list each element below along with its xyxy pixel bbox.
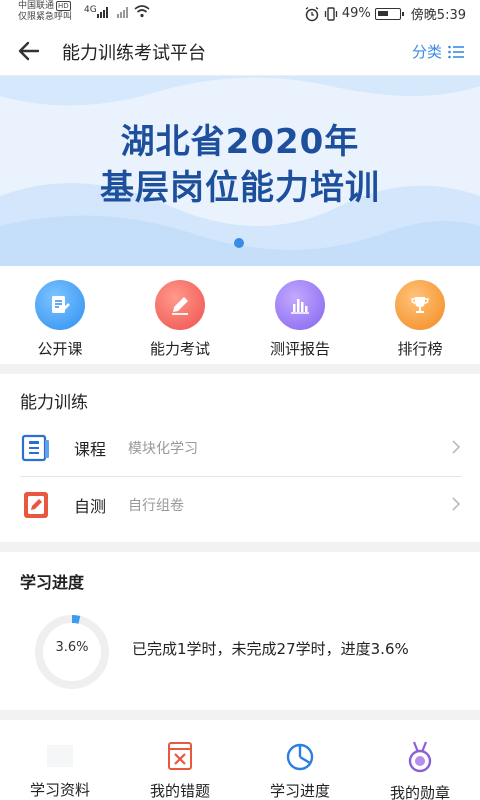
list-item-desc: 自行组卷: [128, 498, 184, 514]
trophy-icon: [395, 280, 445, 330]
section-separator: [0, 710, 480, 720]
pen-icon: [155, 280, 205, 330]
quick-item-leaderboard[interactable]: 排行榜: [360, 266, 480, 364]
bottom-menu: 学习资料 我的错题 学习进度 我的勋章: [0, 720, 480, 800]
medal-icon: [404, 740, 436, 774]
signal-icon: [97, 6, 108, 18]
alarm-icon: [305, 6, 319, 21]
progress-percent: 3.6%: [55, 640, 89, 655]
ability-section-title: 能力训练: [20, 393, 88, 413]
course-book-icon: [21, 434, 49, 462]
bottom-item-label: 学习资料: [29, 781, 90, 799]
quick-item-evaluation-report[interactable]: 测评报告: [240, 266, 360, 364]
document-edit-icon: [35, 280, 85, 330]
list-item-self-test[interactable]: 自测 自行组卷: [0, 477, 480, 533]
emergency-only-text: 仅限紧急呼叫: [18, 12, 73, 22]
banner-title-line2: 基层岗位能力培训: [100, 168, 380, 208]
carrier-name: 中国联通: [18, 1, 55, 11]
pie-progress-icon: [284, 740, 316, 772]
section-separator: [0, 542, 480, 552]
category-label: 分类: [411, 43, 442, 61]
list-item-name: 课程: [74, 440, 107, 459]
quick-item-open-course[interactable]: 公开课: [0, 266, 120, 364]
chevron-right-icon: [452, 440, 461, 454]
carousel-indicator[interactable]: [234, 238, 244, 248]
vibrate-icon: [324, 6, 338, 21]
wifi-icon: [134, 5, 150, 18]
back-arrow-icon[interactable]: [16, 38, 42, 64]
bottom-item-my-medals[interactable]: 我的勋章: [360, 720, 480, 800]
chevron-right-icon: [452, 497, 461, 511]
bottom-item-study-progress[interactable]: 学习进度: [240, 720, 360, 800]
list-item-name: 自测: [74, 497, 107, 516]
bottom-item-label: 学习进度: [269, 782, 330, 800]
list-menu-icon: [448, 45, 464, 58]
hd-badge: HD: [56, 1, 71, 11]
quick-item-label: 排行榜: [397, 340, 443, 358]
quick-item-ability-exam[interactable]: 能力考试: [120, 266, 240, 364]
banner-title-line1: 湖北省2020年: [120, 122, 360, 162]
quick-item-label: 公开课: [37, 340, 83, 358]
bottom-item-wrong-questions[interactable]: 我的错题: [120, 720, 240, 800]
bottom-item-label: 我的错题: [149, 782, 210, 800]
battery-icon: [374, 7, 404, 20]
clock: 傍晚5:39: [410, 8, 466, 23]
wrong-questions-icon: [164, 740, 196, 772]
app-bar: 能力训练考试平台 分类: [0, 26, 480, 76]
self-test-icon: [24, 492, 48, 518]
quick-item-label: 测评报告: [269, 340, 330, 358]
category-button[interactable]: 分类: [412, 41, 464, 62]
progress-section-title: 学习进度: [20, 573, 85, 592]
battery-percent: 49%: [341, 6, 371, 21]
progress-summary: 已完成1学时，未完成27学时，进度3.6%: [132, 640, 409, 658]
carrier-info: 中国联通 HD 仅限紧急呼叫: [18, 1, 72, 23]
study-materials-icon: [44, 740, 76, 771]
quick-item-label: 能力考试: [149, 340, 210, 358]
page-title: 能力训练考试平台: [62, 43, 206, 64]
list-item-course[interactable]: 课程 模块化学习: [0, 420, 480, 476]
status-bar: 中国联通 HD 仅限紧急呼叫 4G 49% 傍晚5:39: [0, 0, 480, 26]
bar-chart-icon: [275, 280, 325, 330]
list-item-desc: 模块化学习: [128, 441, 198, 457]
network-type: 4G: [84, 5, 97, 15]
banner-carousel[interactable]: 湖北省2020年 基层岗位能力培训: [0, 76, 480, 266]
quick-menu: 公开课 能力考试 测评报告 排行榜: [0, 266, 480, 364]
bottom-item-study-materials[interactable]: 学习资料: [0, 720, 120, 800]
section-separator: [0, 364, 480, 374]
bottom-item-label: 我的勋章: [389, 784, 450, 800]
signal-icon-2: [117, 6, 128, 18]
